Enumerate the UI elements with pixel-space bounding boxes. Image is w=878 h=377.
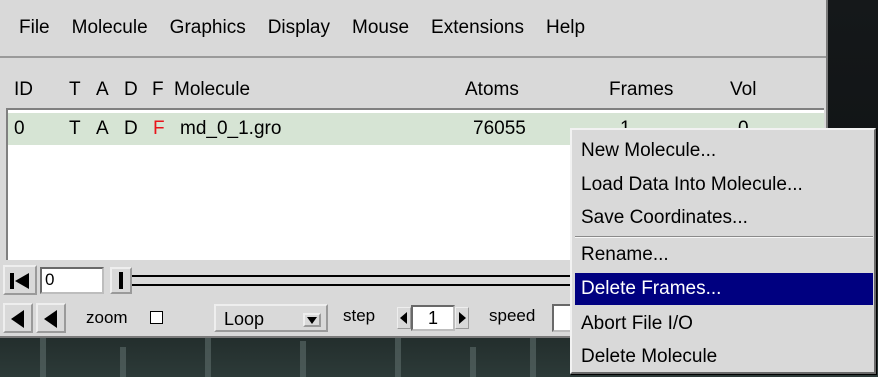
slider-grip-icon: [119, 272, 123, 289]
goto-start-icon: [10, 273, 14, 289]
menu-help[interactable]: Help: [535, 0, 596, 57]
menu-item-abort-file-io[interactable]: Abort File I/O: [575, 308, 873, 340]
menu-item-save-coordinates[interactable]: Save Coordinates...: [575, 202, 873, 234]
column-header-vol: Vol: [730, 79, 757, 100]
frame-slider-thumb[interactable]: [110, 267, 132, 294]
menu-display[interactable]: Display: [257, 0, 341, 57]
column-header-top: T: [69, 79, 81, 100]
zoom-label: zoom: [86, 308, 128, 327]
column-header-molecule: Molecule: [174, 79, 251, 100]
speed-label: speed: [489, 306, 536, 325]
column-header-drawn: D: [124, 79, 138, 100]
menu-item-load-data[interactable]: Load Data Into Molecule...: [575, 169, 873, 201]
menu-item-delete-frames[interactable]: Delete Frames...: [575, 273, 873, 305]
menu-mouse[interactable]: Mouse: [341, 0, 420, 57]
molecule-name: md_0_1.gro: [180, 118, 282, 139]
molecule-list-header: ID T A D F Molecule Atoms Frames Vol: [0, 60, 826, 108]
column-header-id: ID: [14, 79, 33, 100]
step-label: step: [343, 306, 376, 325]
molecule-context-menu: New Molecule... Load Data Into Molecule.…: [570, 128, 876, 374]
menu-graphics[interactable]: Graphics: [159, 0, 257, 57]
column-header-active: A: [96, 79, 109, 100]
loop-mode-value: Loop: [224, 309, 265, 329]
chevron-down-icon: [303, 313, 321, 327]
column-header-fixed: F: [152, 79, 164, 100]
zoom-checkbox[interactable]: [150, 311, 163, 324]
active-flag[interactable]: A: [96, 118, 109, 140]
menu-item-rename[interactable]: Rename...: [575, 239, 873, 271]
column-header-frames: Frames: [609, 79, 674, 100]
menubar: File Molecule Graphics Display Mouse Ext…: [0, 0, 826, 58]
top-flag[interactable]: T: [69, 118, 81, 140]
menu-separator: [575, 236, 873, 238]
step-input[interactable]: 1: [411, 305, 455, 331]
molecule-id: 0: [14, 118, 25, 139]
fixed-flag[interactable]: F: [153, 118, 165, 140]
drawn-flag[interactable]: D: [124, 118, 138, 140]
menu-molecule[interactable]: Molecule: [61, 0, 159, 57]
menu-item-delete-molecule[interactable]: Delete Molecule: [575, 341, 873, 373]
menu-item-new-molecule[interactable]: New Molecule...: [575, 135, 873, 167]
goto-start-button[interactable]: [3, 265, 37, 295]
step-increment-button[interactable]: [455, 307, 469, 329]
menu-extensions[interactable]: Extensions: [420, 0, 535, 57]
play-reverse-icon: [44, 310, 57, 328]
atom-count: 76055: [473, 118, 526, 139]
step-back-icon: [11, 310, 24, 328]
menu-file[interactable]: File: [8, 0, 61, 57]
step-back-button[interactable]: [3, 303, 33, 333]
play-reverse-button[interactable]: [36, 303, 66, 333]
column-header-atoms: Atoms: [465, 79, 519, 100]
loop-mode-select[interactable]: Loop: [214, 304, 328, 332]
frame-number-input[interactable]: 0: [40, 267, 104, 294]
step-decrement-button[interactable]: [397, 307, 411, 329]
